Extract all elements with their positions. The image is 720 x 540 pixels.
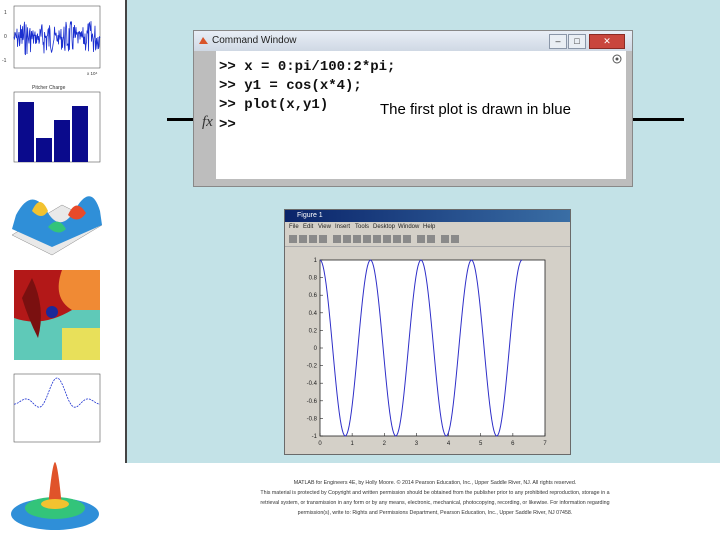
y-tick-label: 0.2 bbox=[309, 328, 318, 334]
datacursor-icon[interactable] bbox=[383, 235, 391, 243]
open-icon[interactable] bbox=[299, 235, 307, 243]
command-line: >> plot(x,y1) bbox=[219, 97, 329, 113]
menu-window[interactable]: Window bbox=[398, 224, 419, 230]
footer-line: retrieval system, or transmission in any… bbox=[260, 500, 610, 506]
footer-line: MATLAB for Engineers 4E, by Holly Moore.… bbox=[293, 480, 577, 486]
y-tick-label: 0.8 bbox=[309, 276, 318, 282]
thumbnail-3d-peak bbox=[11, 462, 99, 530]
new-figure-icon[interactable] bbox=[289, 235, 297, 243]
x-tick-label: 3 bbox=[415, 441, 419, 447]
figure-plot[interactable]: 0 1 2 3 4 5 6 7 -1 -0.8 -0.6 -0.4 -0.2 0 0.2 0.4 0.6 0.8 1 bbox=[285, 246, 570, 454]
legend-icon[interactable] bbox=[427, 235, 435, 243]
x-tick-label: 6 bbox=[511, 441, 515, 447]
thumbnail-bar-chart: Pitcher Charge bbox=[13, 85, 101, 163]
show-tools-icon[interactable] bbox=[451, 235, 459, 243]
fx-icon[interactable]: fx bbox=[202, 114, 213, 131]
brush-icon[interactable] bbox=[393, 235, 401, 243]
figure-toolbar bbox=[285, 233, 570, 247]
command-line: >> x = 0:pi/100:2*pi; bbox=[219, 59, 396, 75]
thumbnail-signal-plot: 1 0 -1 x 10⁴ bbox=[2, 5, 101, 76]
figure-window[interactable]: Figure 1 File Edit View Insert Tools Des… bbox=[284, 209, 571, 455]
y-tick-label: 1 bbox=[314, 258, 318, 264]
menu-insert[interactable]: Insert bbox=[335, 224, 350, 230]
y-tick-label: -0.6 bbox=[307, 399, 318, 405]
pointer-icon[interactable] bbox=[333, 235, 341, 243]
copyright-footer: MATLAB for Engineers 4E, by Holly Moore.… bbox=[185, 478, 685, 518]
menu-help[interactable]: Help bbox=[423, 224, 435, 230]
menu-desktop[interactable]: Desktop bbox=[373, 224, 395, 230]
x-tick-label: 5 bbox=[479, 441, 483, 447]
y-tick-label: 0.4 bbox=[309, 311, 318, 317]
print-icon[interactable] bbox=[319, 235, 327, 243]
thumbnail-fractal bbox=[14, 270, 100, 360]
decorative-rule-right bbox=[632, 118, 684, 121]
thumbnail-strip: 1 0 -1 x 10⁴ Pitcher Charge bbox=[0, 0, 112, 540]
thumb-axis-label: x 10⁴ bbox=[87, 71, 98, 76]
menu-file[interactable]: File bbox=[289, 224, 299, 230]
pan-icon[interactable] bbox=[363, 235, 371, 243]
menu-tools[interactable]: Tools bbox=[355, 224, 369, 230]
matlab-logo-icon bbox=[199, 37, 208, 44]
colorbar-icon[interactable] bbox=[417, 235, 425, 243]
x-tick-label: 7 bbox=[543, 441, 547, 447]
svg-text:-1: -1 bbox=[2, 58, 7, 64]
plot-axes-box bbox=[319, 259, 546, 437]
figure-menubar: File Edit View Insert Tools Desktop Wind… bbox=[285, 222, 570, 233]
zoom-in-icon[interactable] bbox=[343, 235, 351, 243]
y-tick-label: -1 bbox=[312, 434, 318, 440]
window-options-icon[interactable] bbox=[612, 54, 622, 64]
link-icon[interactable] bbox=[403, 235, 411, 243]
svg-text:0: 0 bbox=[4, 34, 7, 40]
command-window[interactable]: Command Window – □ ✕ >> x = 0:pi/100:2*p… bbox=[193, 30, 633, 187]
save-icon[interactable] bbox=[309, 235, 317, 243]
menu-view[interactable]: View bbox=[318, 224, 331, 230]
annotation-note: The first plot is drawn in blue bbox=[380, 101, 571, 118]
y-tick-label: -0.8 bbox=[307, 416, 318, 422]
menu-edit[interactable]: Edit bbox=[303, 224, 313, 230]
y-tick-label: -0.2 bbox=[307, 364, 318, 370]
thumb-title: Pitcher Charge bbox=[32, 85, 66, 91]
y-tick-label: -0.4 bbox=[307, 381, 318, 387]
y-tick-label: 0 bbox=[314, 346, 318, 352]
zoom-out-icon[interactable] bbox=[353, 235, 361, 243]
x-tick-label: 2 bbox=[383, 441, 387, 447]
x-tick-label: 4 bbox=[447, 441, 451, 447]
thumbnail-line-plot bbox=[13, 373, 101, 443]
decorative-rule-left bbox=[167, 118, 194, 121]
footer-line: permission(s), write to: Rights and Perm… bbox=[297, 510, 573, 516]
hide-tools-icon[interactable] bbox=[441, 235, 449, 243]
thumbnail-surface-plot bbox=[11, 196, 103, 256]
figure-window-title[interactable]: Figure 1 bbox=[285, 210, 570, 222]
command-window-titlebar[interactable]: Command Window – □ ✕ bbox=[194, 31, 632, 51]
command-window-title: Command Window bbox=[212, 35, 297, 46]
svg-text:1: 1 bbox=[4, 10, 7, 16]
command-window-body[interactable]: >> x = 0:pi/100:2*pi; >> y1 = cos(x*4); … bbox=[216, 51, 626, 179]
minimize-button[interactable]: – bbox=[549, 34, 567, 49]
footer-line: This material is protected by Copyright … bbox=[260, 490, 610, 496]
rotate-icon[interactable] bbox=[373, 235, 381, 243]
x-tick-label: 1 bbox=[350, 441, 354, 447]
y-tick-label: 0.6 bbox=[309, 293, 318, 299]
x-tick-label: 0 bbox=[318, 441, 322, 447]
close-button[interactable]: ✕ bbox=[589, 34, 625, 49]
maximize-button[interactable]: □ bbox=[568, 34, 586, 49]
command-line: >> y1 = cos(x*4); bbox=[219, 78, 362, 94]
command-prompt-active[interactable]: >> bbox=[219, 117, 244, 133]
